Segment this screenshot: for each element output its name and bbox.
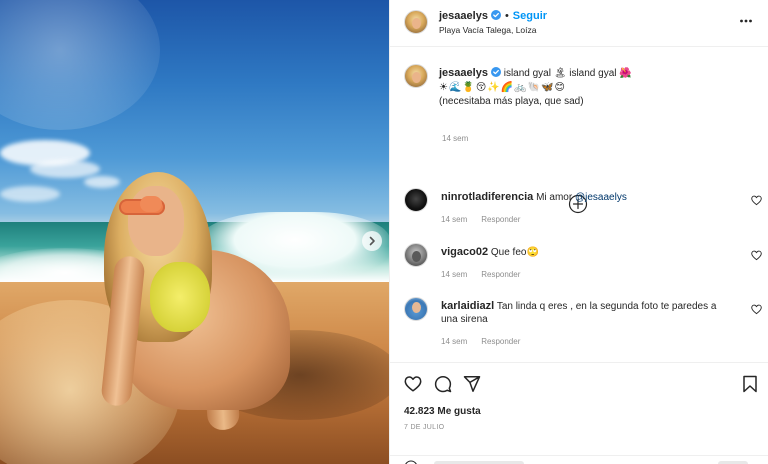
follow-button[interactable]: Seguir: [513, 10, 547, 22]
caption-time[interactable]: 14 sem: [442, 134, 468, 143]
comment-time[interactable]: 14 sem: [441, 215, 467, 224]
sunglasses: [140, 196, 162, 212]
comment-text: ninrotladiferencia Mi amor @jesaaelys: [441, 191, 726, 204]
likes-count[interactable]: 42.823 Me gusta: [404, 406, 481, 417]
header-username-row: jesaaelys • Seguir: [439, 10, 547, 22]
emoji-icon[interactable]: [404, 460, 418, 464]
sky: [0, 0, 160, 130]
cloud: [84, 176, 120, 188]
heart-icon[interactable]: [751, 250, 762, 261]
comment-username[interactable]: ninrotladiferencia: [441, 191, 533, 203]
username-link[interactable]: jesaaelys: [439, 10, 488, 22]
avatar[interactable]: [404, 243, 428, 267]
reply-button[interactable]: Responder: [481, 337, 520, 346]
post-footer: 42.823 Me gusta 7 DE JULIO: [390, 362, 768, 464]
caption-line-3: (necesitaba más playa, que sad): [439, 96, 584, 107]
reply-button[interactable]: Responder: [481, 270, 520, 279]
person-swimsuit: [150, 262, 210, 332]
reply-button[interactable]: Responder: [481, 215, 520, 224]
comment-username[interactable]: karlaidiazl: [441, 300, 494, 312]
post-photo[interactable]: [0, 0, 389, 464]
heart-icon[interactable]: [404, 375, 422, 393]
caption-text: jesaaelys island gyal 🏝 island gyal 🌺 ☀🌊…: [439, 66, 749, 109]
comment-icon[interactable]: [434, 375, 452, 393]
comments-section[interactable]: jesaaelys island gyal 🏝 island gyal 🌺 ☀🌊…: [390, 48, 768, 360]
cloud: [0, 186, 60, 202]
add-comment-bar[interactable]: [390, 455, 768, 464]
comment-mention[interactable]: @jesaaelys: [575, 192, 627, 203]
avatar[interactable]: [404, 64, 428, 88]
comment-item: vigaco02 Que feo🙄 14 sem Responder: [404, 243, 762, 293]
verified-badge-icon: [490, 10, 501, 20]
caption-emoji-line: ☀🌊🍍😚✨🌈🚲🐚🦋😊: [439, 82, 566, 93]
comment-text: karlaidiazl Tan linda q eres , en la seg…: [441, 300, 726, 326]
caption-username[interactable]: jesaaelys: [439, 67, 488, 79]
share-icon[interactable]: [463, 375, 481, 393]
next-photo-button[interactable]: [362, 231, 382, 251]
comment-body: Mi amor: [536, 192, 573, 203]
comment-username[interactable]: vigaco02: [441, 246, 488, 258]
cloud: [30, 160, 100, 178]
comment-item: karlaidiazl Tan linda q eres , en la seg…: [404, 297, 762, 357]
comment-time[interactable]: 14 sem: [441, 270, 467, 279]
post-panel: jesaaelys • Seguir Playa Vacía Talega, Lo…: [389, 0, 768, 464]
comment-text: vigaco02 Que feo🙄: [441, 246, 726, 259]
heart-icon[interactable]: [751, 304, 762, 315]
comment-actions: 14 sem Responder: [441, 337, 520, 346]
heart-icon[interactable]: [751, 195, 762, 206]
comment-time[interactable]: 14 sem: [441, 337, 467, 346]
comment-item: ninrotladiferencia Mi amor @jesaaelys 14…: [404, 188, 762, 238]
comment-actions: 14 sem Responder: [441, 215, 520, 224]
post-header: jesaaelys • Seguir Playa Vacía Talega, Lo…: [390, 0, 768, 47]
avatar[interactable]: [404, 297, 428, 321]
comment-actions: 14 sem Responder: [441, 270, 520, 279]
verified-badge-icon: [490, 67, 501, 77]
avatar[interactable]: [404, 10, 428, 34]
chevron-right-icon: [369, 236, 375, 246]
location-link[interactable]: Playa Vacía Talega, Loíza: [439, 25, 537, 35]
comment-body: Que feo🙄: [490, 247, 539, 258]
more-options-icon[interactable]: [739, 14, 753, 28]
post-date[interactable]: 7 DE JULIO: [404, 424, 444, 431]
caption-line-1: island gyal 🏝 island gyal 🌺: [503, 68, 632, 79]
bookmark-icon[interactable]: [741, 375, 759, 393]
separator-dot: •: [504, 10, 509, 22]
avatar[interactable]: [404, 188, 428, 212]
